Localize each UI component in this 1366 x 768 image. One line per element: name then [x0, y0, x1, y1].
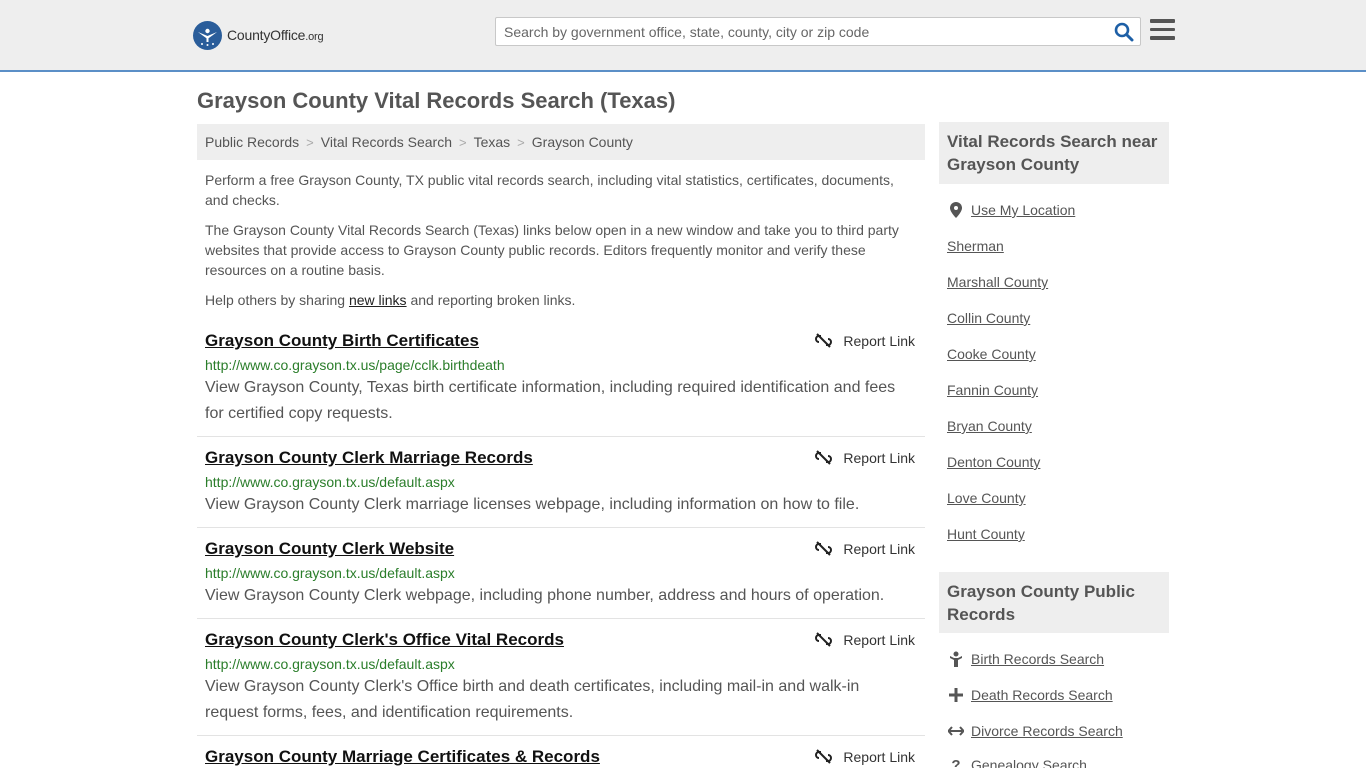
- report-link-button[interactable]: Report Link: [815, 332, 915, 349]
- result-title[interactable]: Grayson County Clerk Website: [205, 539, 454, 559]
- search-input[interactable]: [496, 18, 1106, 45]
- birth-records-link[interactable]: Birth Records Search: [947, 651, 1104, 667]
- result-item: Grayson County Clerk's Office Vital Reco…: [197, 619, 925, 736]
- nearby-link-sherman[interactable]: Sherman: [947, 238, 1004, 254]
- breadcrumb-vital-records[interactable]: Vital Records Search: [321, 134, 452, 150]
- search-box: [495, 17, 1141, 46]
- genealogy-search-link[interactable]: ? Genealogy Search: [947, 757, 1087, 768]
- intro-paragraph-2: The Grayson County Vital Records Search …: [205, 222, 899, 278]
- use-my-location-link[interactable]: Use My Location: [947, 202, 1075, 218]
- map-pin-icon: [947, 202, 965, 218]
- nearby-link-denton[interactable]: Denton County: [947, 454, 1040, 470]
- breadcrumb-current: Grayson County: [531, 134, 633, 150]
- result-url: http://www.co.grayson.tx.us/default.aspx: [205, 474, 455, 490]
- intro-paragraph-3: Help others by sharing new links and rep…: [205, 292, 576, 308]
- nearby-link-fannin[interactable]: Fannin County: [947, 382, 1038, 398]
- result-item: Grayson County Clerk Website Report Link…: [197, 528, 925, 619]
- nearby-link-cooke[interactable]: Cooke County: [947, 346, 1036, 362]
- breadcrumb-texas[interactable]: Texas: [474, 134, 511, 150]
- nearby-link-marshall[interactable]: Marshall County: [947, 274, 1048, 290]
- broken-link-icon: [815, 632, 833, 647]
- new-links-link[interactable]: new links: [349, 292, 407, 308]
- cross-icon: [947, 687, 965, 703]
- baby-icon: [947, 651, 965, 667]
- split-arrows-icon: [947, 723, 965, 739]
- result-url: http://www.co.grayson.tx.us/default.aspx: [205, 656, 455, 672]
- result-description: View Grayson County Clerk marriage licen…: [205, 496, 860, 513]
- public-records-heading: Grayson County Public Records: [939, 572, 1169, 633]
- breadcrumb: Public Records > Vital Records Search > …: [197, 124, 925, 160]
- site-logo[interactable]: CountyOffice.org: [193, 19, 324, 51]
- result-title[interactable]: Grayson County Clerk's Office Vital Reco…: [205, 630, 564, 650]
- nearby-link-love[interactable]: Love County: [947, 490, 1026, 506]
- broken-link-icon: [815, 333, 833, 348]
- nearby-link-bryan[interactable]: Bryan County: [947, 418, 1032, 434]
- broken-link-icon: [815, 450, 833, 465]
- result-item: Grayson County Birth Certificates Report…: [197, 322, 925, 437]
- result-title[interactable]: Grayson County Marriage Certificates & R…: [205, 747, 600, 767]
- result-description: View Grayson County Clerk's Office birth…: [205, 678, 860, 721]
- result-item: Grayson County Marriage Certificates & R…: [197, 736, 925, 768]
- nearby-link-hunt[interactable]: Hunt County: [947, 526, 1025, 542]
- death-records-link[interactable]: Death Records Search: [947, 687, 1113, 703]
- intro-paragraph-1: Perform a free Grayson County, TX public…: [205, 172, 894, 208]
- chevron-right-icon: >: [459, 134, 467, 150]
- page-title: Grayson County Vital Records Search (Tex…: [197, 88, 676, 113]
- hamburger-menu-icon[interactable]: [1150, 19, 1175, 41]
- result-description: View Grayson County Clerk webpage, inclu…: [205, 587, 885, 604]
- chevron-right-icon: >: [306, 134, 314, 150]
- question-icon: ?: [951, 756, 961, 768]
- report-link-button[interactable]: Report Link: [815, 748, 915, 765]
- report-link-button[interactable]: Report Link: [815, 631, 915, 648]
- result-url: http://www.co.grayson.tx.us/page/cclk.bi…: [205, 357, 505, 373]
- broken-link-icon: [815, 541, 833, 556]
- report-link-button[interactable]: Report Link: [815, 449, 915, 466]
- site-header: CountyOffice.org: [0, 0, 1366, 72]
- nearby-link-collin[interactable]: Collin County: [947, 310, 1030, 326]
- result-url: http://www.co.grayson.tx.us/default.aspx: [205, 565, 455, 581]
- search-icon[interactable]: [1114, 22, 1134, 42]
- result-description: View Grayson County, Texas birth certifi…: [205, 379, 896, 422]
- logo-text: CountyOffice.org: [227, 27, 324, 43]
- breadcrumb-public-records[interactable]: Public Records: [205, 134, 299, 150]
- result-title[interactable]: Grayson County Clerk Marriage Records: [205, 448, 533, 468]
- result-title[interactable]: Grayson County Birth Certificates: [205, 331, 479, 351]
- result-item: Grayson County Clerk Marriage Records Re…: [197, 437, 925, 528]
- report-link-button[interactable]: Report Link: [815, 540, 915, 557]
- broken-link-icon: [815, 749, 833, 764]
- chevron-right-icon: >: [517, 134, 525, 150]
- divorce-records-link[interactable]: Divorce Records Search: [947, 723, 1123, 739]
- nearby-heading: Vital Records Search near Grayson County: [939, 122, 1169, 184]
- eagle-seal-icon: [193, 20, 222, 50]
